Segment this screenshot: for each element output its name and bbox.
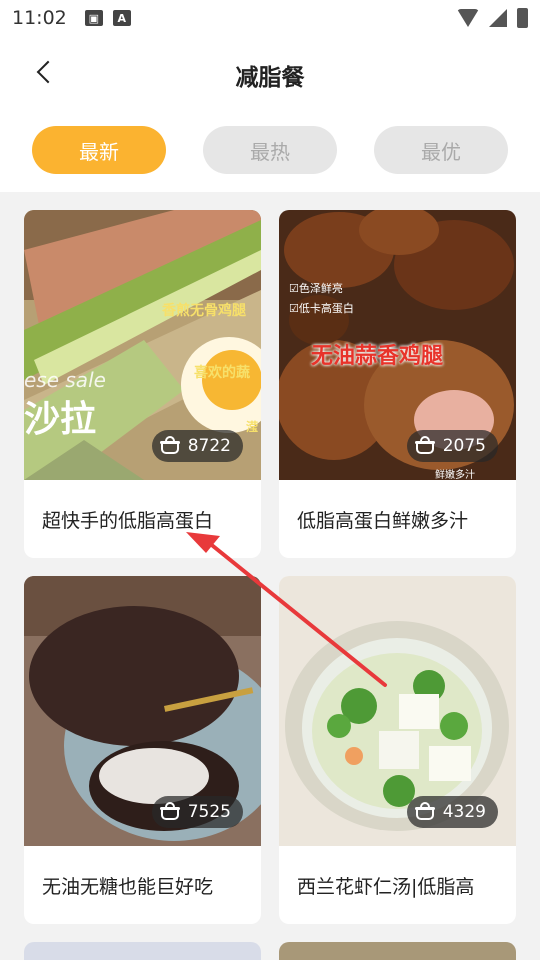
- header: 减脂餐: [0, 36, 540, 108]
- image-caption: ese sale: [24, 368, 106, 392]
- recipe-image-salad[interactable]: 香煎无骨鸡腿 喜欢的蔬 ese sale 沙拉 滢 8722: [24, 210, 261, 480]
- signal-icon: [489, 9, 507, 27]
- image-caption: 香煎无骨鸡腿: [162, 303, 246, 319]
- image-caption: ☑色泽鲜亮: [289, 282, 343, 295]
- recipe-title[interactable]: 低脂高蛋白鲜嫩多汁: [279, 480, 516, 558]
- recipe-card-4[interactable]: 4329 西兰花虾仁汤|低脂高: [279, 576, 516, 924]
- favorite-count-badge: 7525: [151, 796, 243, 828]
- favorite-count: 8722: [187, 436, 231, 456]
- recipe-title[interactable]: 无油无糖也能巨好吃: [24, 846, 261, 924]
- tab-bar: 最新 最热 最优: [0, 108, 540, 192]
- recipe-image-chicken[interactable]: ☑色泽鲜亮 ☑低卡高蛋白 无油蒜香鸡腿 鲜嫩多汁 2075: [279, 210, 516, 480]
- favorite-count: 7525: [187, 802, 231, 822]
- basket-icon: [159, 436, 180, 454]
- tab-newest[interactable]: 最新: [32, 126, 166, 174]
- image-icon: ▣: [84, 10, 103, 26]
- favorite-count: 2075: [442, 436, 486, 456]
- basket-icon: [159, 802, 180, 820]
- page-title: 减脂餐: [235, 65, 305, 91]
- favorite-count-badge: 8722: [151, 430, 243, 462]
- status-time: 11:02: [12, 7, 67, 29]
- text-a-icon: A: [112, 10, 131, 26]
- recipe-card-5[interactable]: [24, 942, 261, 960]
- recipe-card-6[interactable]: [279, 942, 516, 960]
- battery-icon: [517, 8, 528, 28]
- basket-icon: [414, 802, 435, 820]
- basket-icon: [414, 436, 435, 454]
- image-caption: 无油蒜香鸡腿: [311, 344, 444, 369]
- status-bar: 11:02 ▣ A: [0, 0, 540, 36]
- tab-hottest[interactable]: 最热: [203, 126, 337, 174]
- recipe-card-2[interactable]: ☑色泽鲜亮 ☑低卡高蛋白 无油蒜香鸡腿 鲜嫩多汁 2075 低脂高蛋白鲜嫩多汁: [279, 210, 516, 558]
- image-caption: ☑低卡高蛋白: [289, 302, 354, 315]
- tab-best[interactable]: 最优: [374, 126, 508, 174]
- image-caption: 沙拉: [24, 399, 97, 440]
- recipe-image-soup[interactable]: 4329: [279, 576, 516, 846]
- favorite-count-badge: 4329: [406, 796, 498, 828]
- recipe-title[interactable]: 超快手的低脂高蛋白: [24, 480, 261, 558]
- favorite-count: 4329: [442, 802, 486, 822]
- recipe-title[interactable]: 西兰花虾仁汤|低脂高: [279, 846, 516, 924]
- recipe-card-1[interactable]: 香煎无骨鸡腿 喜欢的蔬 ese sale 沙拉 滢 8722 超快手的低脂高蛋白: [24, 210, 261, 558]
- image-caption: 鲜嫩多汁: [435, 470, 475, 480]
- recipe-card-3[interactable]: 7525 无油无糖也能巨好吃: [24, 576, 261, 924]
- image-caption: 滢: [246, 420, 259, 434]
- image-caption: 喜欢的蔬: [194, 365, 250, 381]
- wifi-icon: [457, 9, 479, 27]
- recipe-image-waffle[interactable]: 7525: [24, 576, 261, 846]
- favorite-count-badge: 2075: [406, 430, 498, 462]
